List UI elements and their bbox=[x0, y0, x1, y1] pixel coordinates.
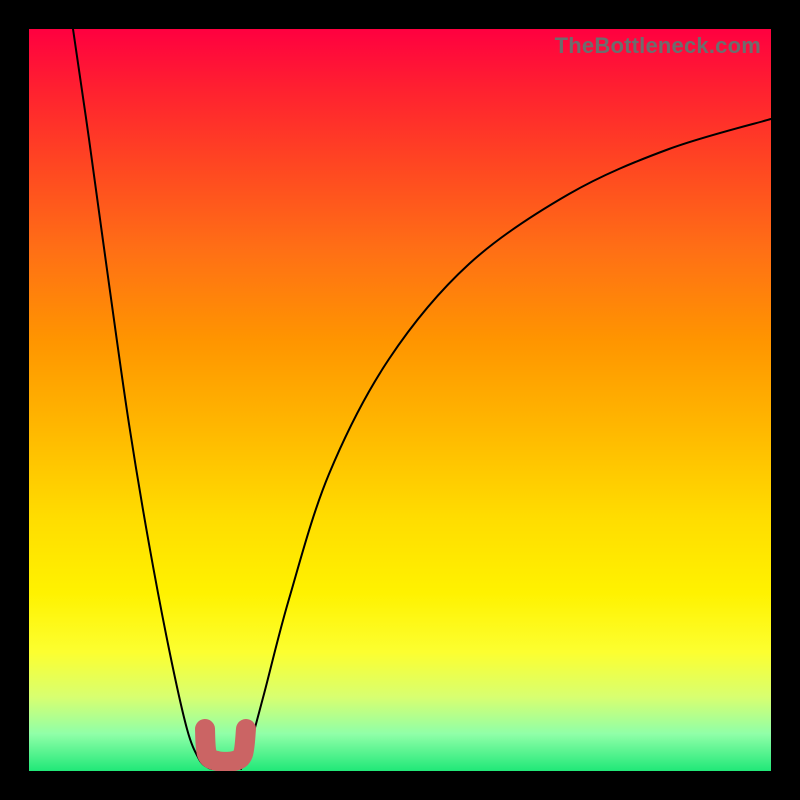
right-ascent-curve bbox=[241, 119, 771, 769]
left-descent-curve bbox=[73, 29, 212, 769]
chart-stage: TheBottleneck.com bbox=[0, 0, 800, 800]
curve-layer bbox=[29, 29, 771, 771]
plot-area: TheBottleneck.com bbox=[29, 29, 771, 771]
u-marker bbox=[205, 729, 246, 762]
